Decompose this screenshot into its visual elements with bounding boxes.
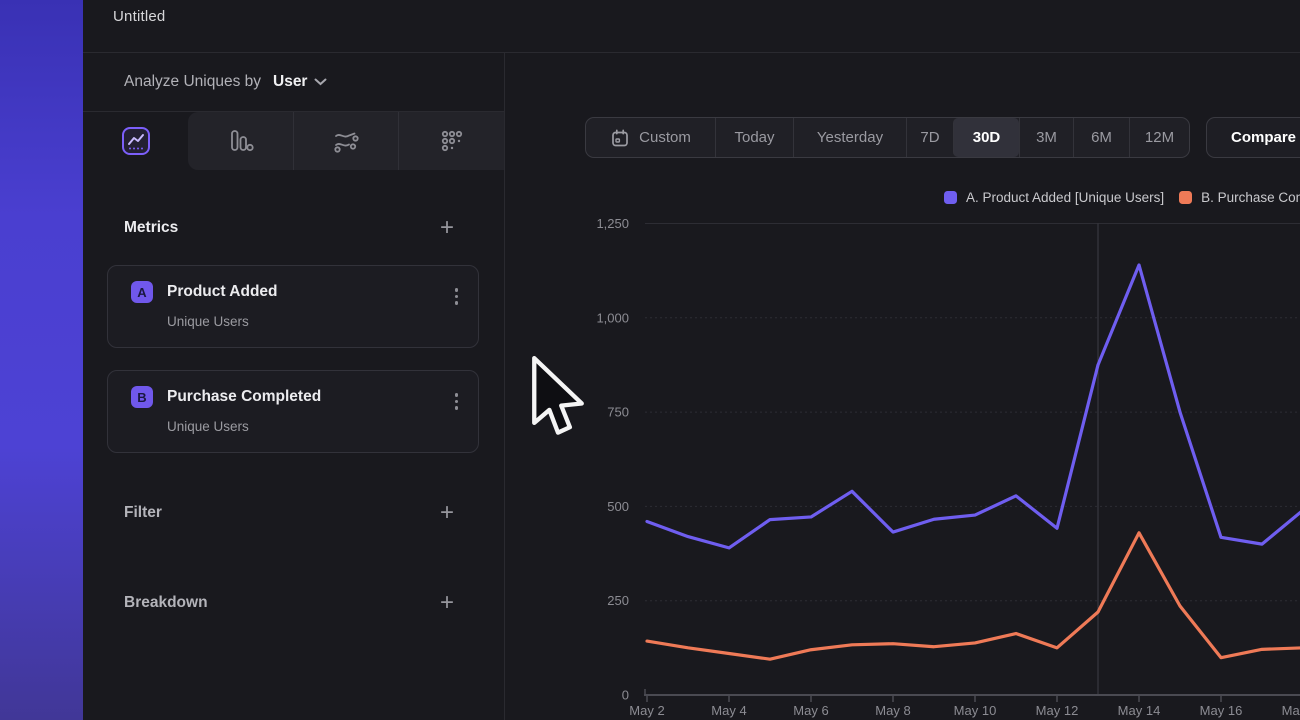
analyze-row: Analyze Uniques by User [83, 53, 504, 112]
range-3m-button[interactable]: 3M [1019, 118, 1073, 157]
chart-legend: A. Product Added [Unique Users] B. Purch… [944, 190, 1300, 205]
bar-chart-icon [225, 126, 255, 156]
add-filter-button[interactable]: + [438, 503, 456, 523]
metrics-section-header: Metrics + [83, 215, 504, 241]
range-yesterday-button[interactable]: Yesterday [793, 118, 906, 157]
analyze-by-value: User [273, 73, 307, 91]
filter-section-header: Filter + [83, 500, 504, 526]
chart-panel: Custom Today Yesterday 7D 30D 3M 6M 12M … [505, 53, 1300, 720]
add-breakdown-button[interactable]: + [438, 593, 456, 613]
tab-flow-chart[interactable] [293, 112, 399, 170]
sidebar: Analyze Uniques by User [83, 53, 505, 720]
view-tabstrip [83, 112, 504, 170]
metric-measure: Unique Users [167, 314, 460, 329]
metrics-header: Metrics [124, 219, 178, 237]
range-today-button[interactable]: Today [715, 118, 793, 157]
legend-label-a: A. Product Added [Unique Users] [966, 190, 1164, 205]
metric-measure: Unique Users [167, 419, 460, 434]
app-window: Untitled Analyze Uniques by User [83, 0, 1300, 720]
metric-name: Purchase Completed [167, 388, 321, 406]
metric-name: Product Added [167, 283, 278, 301]
grid-dots-icon [437, 126, 467, 156]
calendar-icon [610, 128, 630, 148]
kebab-menu-icon[interactable] [455, 393, 459, 410]
background-gradient [0, 0, 83, 720]
metric-card-b[interactable]: B Purchase Completed Unique Users [107, 370, 479, 453]
tab-line-chart[interactable] [83, 112, 188, 170]
tab-bar-chart[interactable] [188, 112, 293, 170]
analyze-by-dropdown[interactable]: User [273, 73, 327, 91]
flow-chart-icon [331, 126, 361, 156]
range-7d-button[interactable]: 7D [906, 118, 953, 157]
date-range-toolbar: Custom Today Yesterday 7D 30D 3M 6M 12M … [585, 117, 1300, 158]
metric-badge-a: A [131, 281, 153, 303]
chevron-down-icon [314, 78, 327, 86]
title-bar: Untitled [83, 0, 1300, 53]
date-range-control: Custom Today Yesterday 7D 30D 3M 6M 12M [585, 117, 1190, 158]
report-title: Untitled [113, 8, 165, 25]
range-30d-button[interactable]: 30D [953, 118, 1019, 157]
legend-item-a: A. Product Added [Unique Users] [944, 190, 1164, 205]
breakdown-header: Breakdown [124, 594, 208, 612]
tab-grid-metrics[interactable] [398, 112, 504, 170]
range-custom-label: Custom [639, 129, 691, 146]
breakdown-section-header: Breakdown + [83, 590, 504, 616]
range-12m-button[interactable]: 12M [1129, 118, 1189, 157]
legend-item-b: B. Purchase Completed [Unique Users] [1179, 190, 1300, 205]
legend-swatch-a [944, 191, 957, 204]
analyze-label: Analyze Uniques by [124, 73, 261, 91]
metric-card-a[interactable]: A Product Added Unique Users [107, 265, 479, 348]
range-6m-button[interactable]: 6M [1073, 118, 1129, 157]
kebab-menu-icon[interactable] [455, 288, 459, 305]
legend-swatch-b [1179, 191, 1192, 204]
line-chart-icon [120, 125, 152, 157]
filter-header: Filter [124, 504, 162, 522]
tabgroup [188, 112, 504, 170]
range-custom-button[interactable]: Custom [586, 118, 715, 157]
metric-badge-b: B [131, 386, 153, 408]
compare-button[interactable]: Compare [1206, 117, 1300, 158]
legend-label-b: B. Purchase Completed [Unique Users] [1201, 190, 1300, 205]
add-metric-button[interactable]: + [438, 218, 456, 238]
